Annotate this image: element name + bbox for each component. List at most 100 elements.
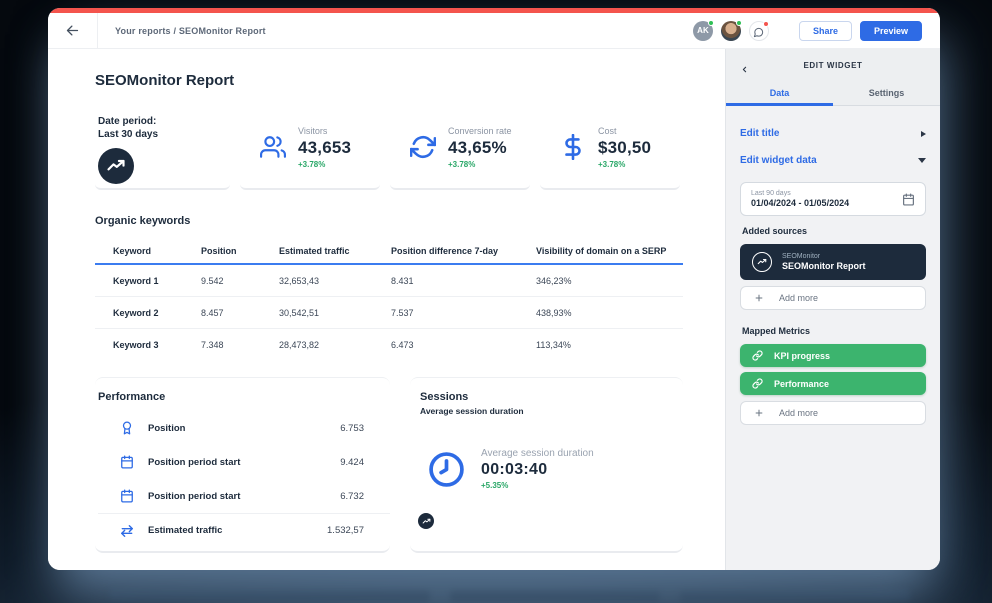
table-header-row: Keyword Position Estimated traffic Posit… [95,239,683,265]
add-more-label: Add more [779,293,818,303]
list-item: Position 6.753 [98,411,390,445]
comments-button[interactable] [749,21,769,41]
background-blurred-text [450,589,660,601]
active-tab-indicator [726,103,833,106]
organic-keywords-section: Organic keywords Keyword Position Estima… [95,215,683,361]
online-status-dot [736,20,742,26]
avatar-initials-text: AK [697,26,709,35]
breadcrumb[interactable]: Your reports / SEOMonitor Report [98,13,266,48]
section-title: Sessions [420,391,683,403]
source-card-seomonitor[interactable]: SEOMonitor SEOMonitor Report [740,244,926,280]
table-row[interactable]: Keyword 1 9.542 32,653,43 8.431 346,23% [95,265,683,297]
metric-delta: +5.35% [481,481,594,490]
cell-visibility: 113,34% [536,340,683,350]
cell-estimated-traffic: 28,473,82 [279,340,391,350]
date-range-picker[interactable]: Last 90 days 01/04/2024 - 01/05/2024 [740,182,926,216]
kpi-card-cost[interactable]: Cost $30,50 +3.78% [540,106,680,190]
add-metric-button[interactable]: Add more [740,401,926,425]
column-header: Position difference 7-day [391,246,536,256]
kpi-delta: +3.78% [598,160,651,169]
date-period-label: Date period: [98,116,230,129]
app-window: Your reports / SEOMonitor Report AK Shar… [48,8,940,570]
background-blurred-text [680,589,910,601]
people-icon [260,134,286,160]
plus-icon [754,293,764,303]
back-button[interactable] [48,13,98,48]
kpi-card-visitors[interactable]: Visitors 43,653 +3.78% [240,106,380,190]
kpi-delta: +3.78% [298,160,351,169]
mapped-metric-label: Performance [774,379,829,389]
tab-data[interactable]: Data [726,81,833,105]
add-more-label: Add more [779,408,818,418]
avatar-initials[interactable]: AK [693,21,713,41]
metric-label: Position [148,423,185,434]
kpi-value: 43,653 [298,138,351,158]
column-header: Estimated traffic [279,246,391,256]
session-duration-metric: Average session duration 00:03:40 +5.35% [420,448,683,490]
list-item: Position period start 6.732 [98,479,390,513]
date-range-value: 01/04/2024 - 01/05/2024 [751,198,849,208]
bottom-widgets-row: Performance Position 6.753 Position peri… [95,377,683,553]
edit-title-link: Edit title [740,128,779,139]
top-navigation-bar: Your reports / SEOMonitor Report AK Shar… [48,13,940,49]
metric-label: Position period start [148,457,240,468]
list-item: Position period start 9.424 [98,445,390,479]
edit-widget-data-row[interactable]: Edit widget data [740,147,926,174]
cell-visibility: 438,93% [536,308,683,318]
source-provider: SEOMonitor [782,253,866,260]
page-title: SEOMonitor Report [95,72,683,89]
keywords-table: Keyword Position Estimated traffic Posit… [95,239,683,361]
mapped-metric-performance[interactable]: Performance [740,372,926,395]
metric-value: 6.732 [340,491,390,502]
metric-value: 9.424 [340,457,390,468]
calendar-icon [902,193,915,206]
performance-widget[interactable]: Performance Position 6.753 Position peri… [95,377,390,553]
kpi-card-conversion-rate[interactable]: Conversion rate 43,65% +3.78% [390,106,530,190]
arrow-left-icon [65,23,80,38]
clock-icon [428,451,465,488]
transfer-arrows-icon [120,524,134,538]
add-source-button[interactable]: Add more [740,286,926,310]
date-period-card[interactable]: Date period: Last 30 days [95,106,230,190]
date-period-value: Last 30 days [98,129,230,142]
edit-widget-data-link: Edit widget data [740,155,817,166]
notification-dot [763,21,769,27]
panel-header: EDIT WIDGET [726,49,940,81]
metric-label: Average session duration [481,448,594,459]
avatar-photo[interactable] [721,21,741,41]
edit-widget-panel: EDIT WIDGET Data Settings Edit title Edi… [725,49,940,570]
metric-value: 1.532,57 [327,525,390,536]
column-header: Position [201,246,279,256]
mapped-metric-kpi-progress[interactable]: KPI progress [740,344,926,367]
list-item: Estimated traffic 1.532,57 [98,513,390,547]
section-title: Performance [98,391,390,403]
edit-title-row[interactable]: Edit title [740,120,926,147]
cell-position-difference: 6.473 [391,340,536,350]
cell-estimated-traffic: 30,542,51 [279,308,391,318]
kpi-label: Cost [598,126,651,136]
cell-visibility: 346,23% [536,276,683,286]
kpi-value: 43,65% [448,138,512,158]
chat-bubble-icon [753,25,764,36]
medal-icon [120,421,134,435]
added-sources-label: Added sources [742,226,926,236]
preview-button[interactable]: Preview [860,21,922,41]
trend-badge-icon [752,252,772,272]
mapped-metrics-label: Mapped Metrics [742,326,926,336]
sessions-widget[interactable]: Sessions Average session duration Averag… [410,377,683,553]
table-row[interactable]: Keyword 3 7.348 28,473,82 6.473 113,34% [95,329,683,361]
cell-position-difference: 7.537 [391,308,536,318]
panel-title: EDIT WIDGET [803,61,862,70]
performance-list: Position 6.753 Position period start 9.4… [98,411,390,547]
cell-estimated-traffic: 32,653,43 [279,276,391,286]
panel-content: Edit title Edit widget data Last 90 days… [726,106,940,570]
panel-back-button[interactable] [740,49,749,81]
chevron-left-icon [740,61,749,70]
metric-value: 00:03:40 [481,461,594,479]
kpi-label: Visitors [298,126,351,136]
table-row[interactable]: Keyword 2 8.457 30,542,51 7.537 438,93% [95,297,683,329]
mapped-metric-label: KPI progress [774,351,830,361]
cell-keyword: Keyword 3 [113,340,201,350]
share-button[interactable]: Share [799,21,852,41]
tab-settings[interactable]: Settings [833,81,940,105]
